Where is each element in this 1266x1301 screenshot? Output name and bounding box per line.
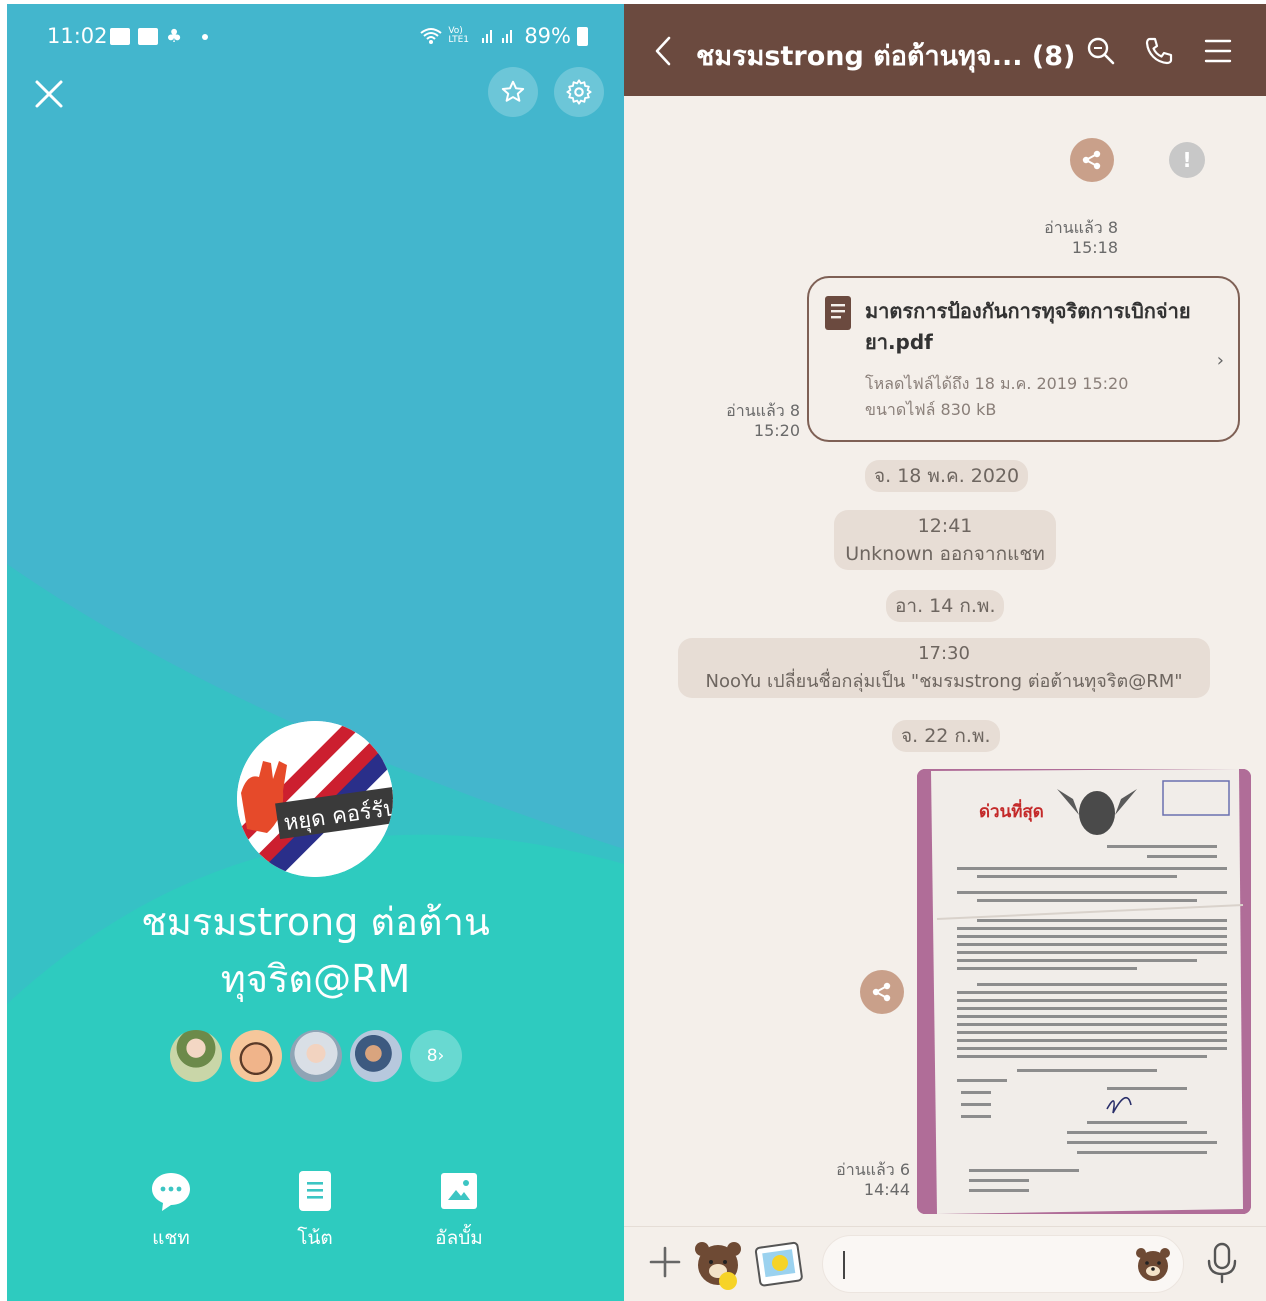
note-action-label: โน้ต [297,1227,333,1249]
album-action[interactable]: อัลบั้ม [409,1169,509,1253]
favorite-button[interactable] [488,67,538,117]
document-icon [825,296,851,330]
read-receipt: อ่านแล้ว 8 15:20 [704,401,800,441]
system-message-time: 17:30 [918,643,970,664]
system-message: 17:30 NooYu เปลี่ยนชื่อกลุ่มเป็น "ชมรมst… [678,638,1210,698]
photo-icon[interactable] [754,1239,806,1291]
member-avatar[interactable] [169,1030,222,1082]
file-name: มาตรการป้องกันการทุจริตการเบิกจ่ายยา.pdf [865,299,1191,354]
message-input-bar [624,1226,1266,1301]
plus-icon[interactable] [648,1245,682,1279]
search-icon[interactable] [1086,36,1116,66]
member-avatar[interactable] [229,1030,282,1082]
member-avatar[interactable] [349,1030,402,1082]
more-members-button[interactable]: 8› [409,1030,462,1082]
background-wave [7,4,624,1301]
system-message-time: 12:41 [917,515,973,537]
app-notification-icon [138,28,158,45]
system-message-text: Unknown ออกจากแชท [845,543,1045,565]
gear-icon [566,79,592,105]
share-button[interactable] [1070,138,1114,182]
member-avatar[interactable] [289,1030,342,1082]
album-action-label: อัลบั้ม [435,1227,483,1249]
share-icon [1082,150,1101,170]
system-message-text: NooYu เปลี่ยนชื่อกลุ่มเป็น "ชมรมstrong ต… [705,671,1183,692]
note-action[interactable]: โน้ต [265,1169,365,1253]
status-time: 11:02 [47,24,108,48]
system-message: 12:41 Unknown ออกจากแชท [834,510,1056,570]
emoji-icon[interactable] [1133,1244,1173,1284]
date-separator: จ. 18 พ.ค. 2020 [865,460,1029,492]
group-name: ชมรมstrong ต่อต้าน ทุจริต@RM [7,894,624,1008]
close-icon[interactable] [31,76,67,112]
status-bar: 11:02 ♣ Vo) LTE1 89% [7,4,624,66]
message-list[interactable]: ! อ่านแล้ว 8 15:18 มาตรการป้องกันการทุจร… [624,96,1266,1226]
message-time: 15:20 [753,421,800,440]
read-receipt: อ่านแล้ว 6 14:44 [814,1160,910,1200]
person-icon: ♣ [166,26,183,47]
menu-icon[interactable] [1204,36,1232,66]
group-profile-panel: 11:02 ♣ Vo) LTE1 89% หยุด คอร์รัปชั่น!! … [7,4,624,1301]
share-button[interactable] [860,970,904,1014]
doc-urgent-stamp: ด่วนที่สุด [979,799,1044,822]
note-icon [299,1171,331,1211]
microphone-icon[interactable] [1204,1241,1240,1285]
battery-percent: 89% [524,24,571,48]
member-list[interactable]: 8› [7,1030,624,1082]
message-input[interactable] [822,1235,1184,1293]
chat-action-label: แชท [152,1227,190,1249]
read-count: อ่านแล้ว 6 [836,1160,910,1179]
wifi-icon [420,28,442,44]
date-separator: จ. 22 ก.พ. [892,720,1000,752]
chevron-right-icon: › [1216,350,1224,371]
chat-panel: ชมรมstrong ต่อต้านทุจ... (8) ! อ่านแล้ว … [624,4,1266,1301]
read-count: อ่านแล้ว 8 [726,401,800,420]
status-right: Vo) LTE1 89% [420,24,588,48]
settings-button[interactable] [554,67,604,117]
back-chevron-icon[interactable] [654,36,672,66]
chat-header: ชมรมstrong ต่อต้านทุจ... (8) [624,4,1266,96]
star-icon [501,80,525,102]
date-separator: อา. 14 ก.พ. [886,590,1005,622]
chat-title[interactable]: ชมรมstrong ต่อต้านทุจ... (8) [696,34,1075,77]
read-receipt: อ่านแล้ว 8 15:18 [1004,218,1118,258]
group-avatar-image: หยุด คอร์รัปชั่น!! [237,721,393,877]
group-avatar[interactable]: หยุด คอร์รัปชั่น!! [237,721,393,877]
photo-message[interactable]: ด่วนที่สุด [917,769,1251,1214]
signal-icon [482,30,513,43]
warning-icon[interactable]: ! [1169,142,1205,178]
file-deadline: โหลดไฟล์ได้ถึง 18 ม.ค. 2019 15:20 [865,374,1129,393]
message-time: 15:18 [1071,238,1118,257]
lte-label: Vo) LTE1 [448,26,469,45]
message-time: 14:44 [863,1180,910,1199]
chat-bubble-icon [152,1173,190,1211]
document-photo: ด่วนที่สุด [917,769,1251,1214]
read-count: อ่านแล้ว 8 [1044,218,1118,237]
text-caret [843,1251,845,1279]
battery-icon [577,26,588,46]
gallery-icon [110,28,130,45]
group-name-line2: ทุจริต@RM [220,957,411,1001]
sticker-icon[interactable] [692,1239,746,1293]
share-icon [872,982,891,1002]
album-icon [441,1173,477,1209]
group-name-line1: ชมรมstrong ต่อต้าน [141,900,490,944]
notification-icons: ♣ [110,26,209,47]
chat-action[interactable]: แชท [121,1169,221,1253]
phone-icon[interactable] [1144,36,1174,66]
file-message[interactable]: มาตรการป้องกันการทุจริตการเบิกจ่ายยา.pdf… [807,276,1240,442]
file-size: ขนาดไฟล์ 830 kB [865,400,997,419]
more-dot-icon [202,33,209,40]
